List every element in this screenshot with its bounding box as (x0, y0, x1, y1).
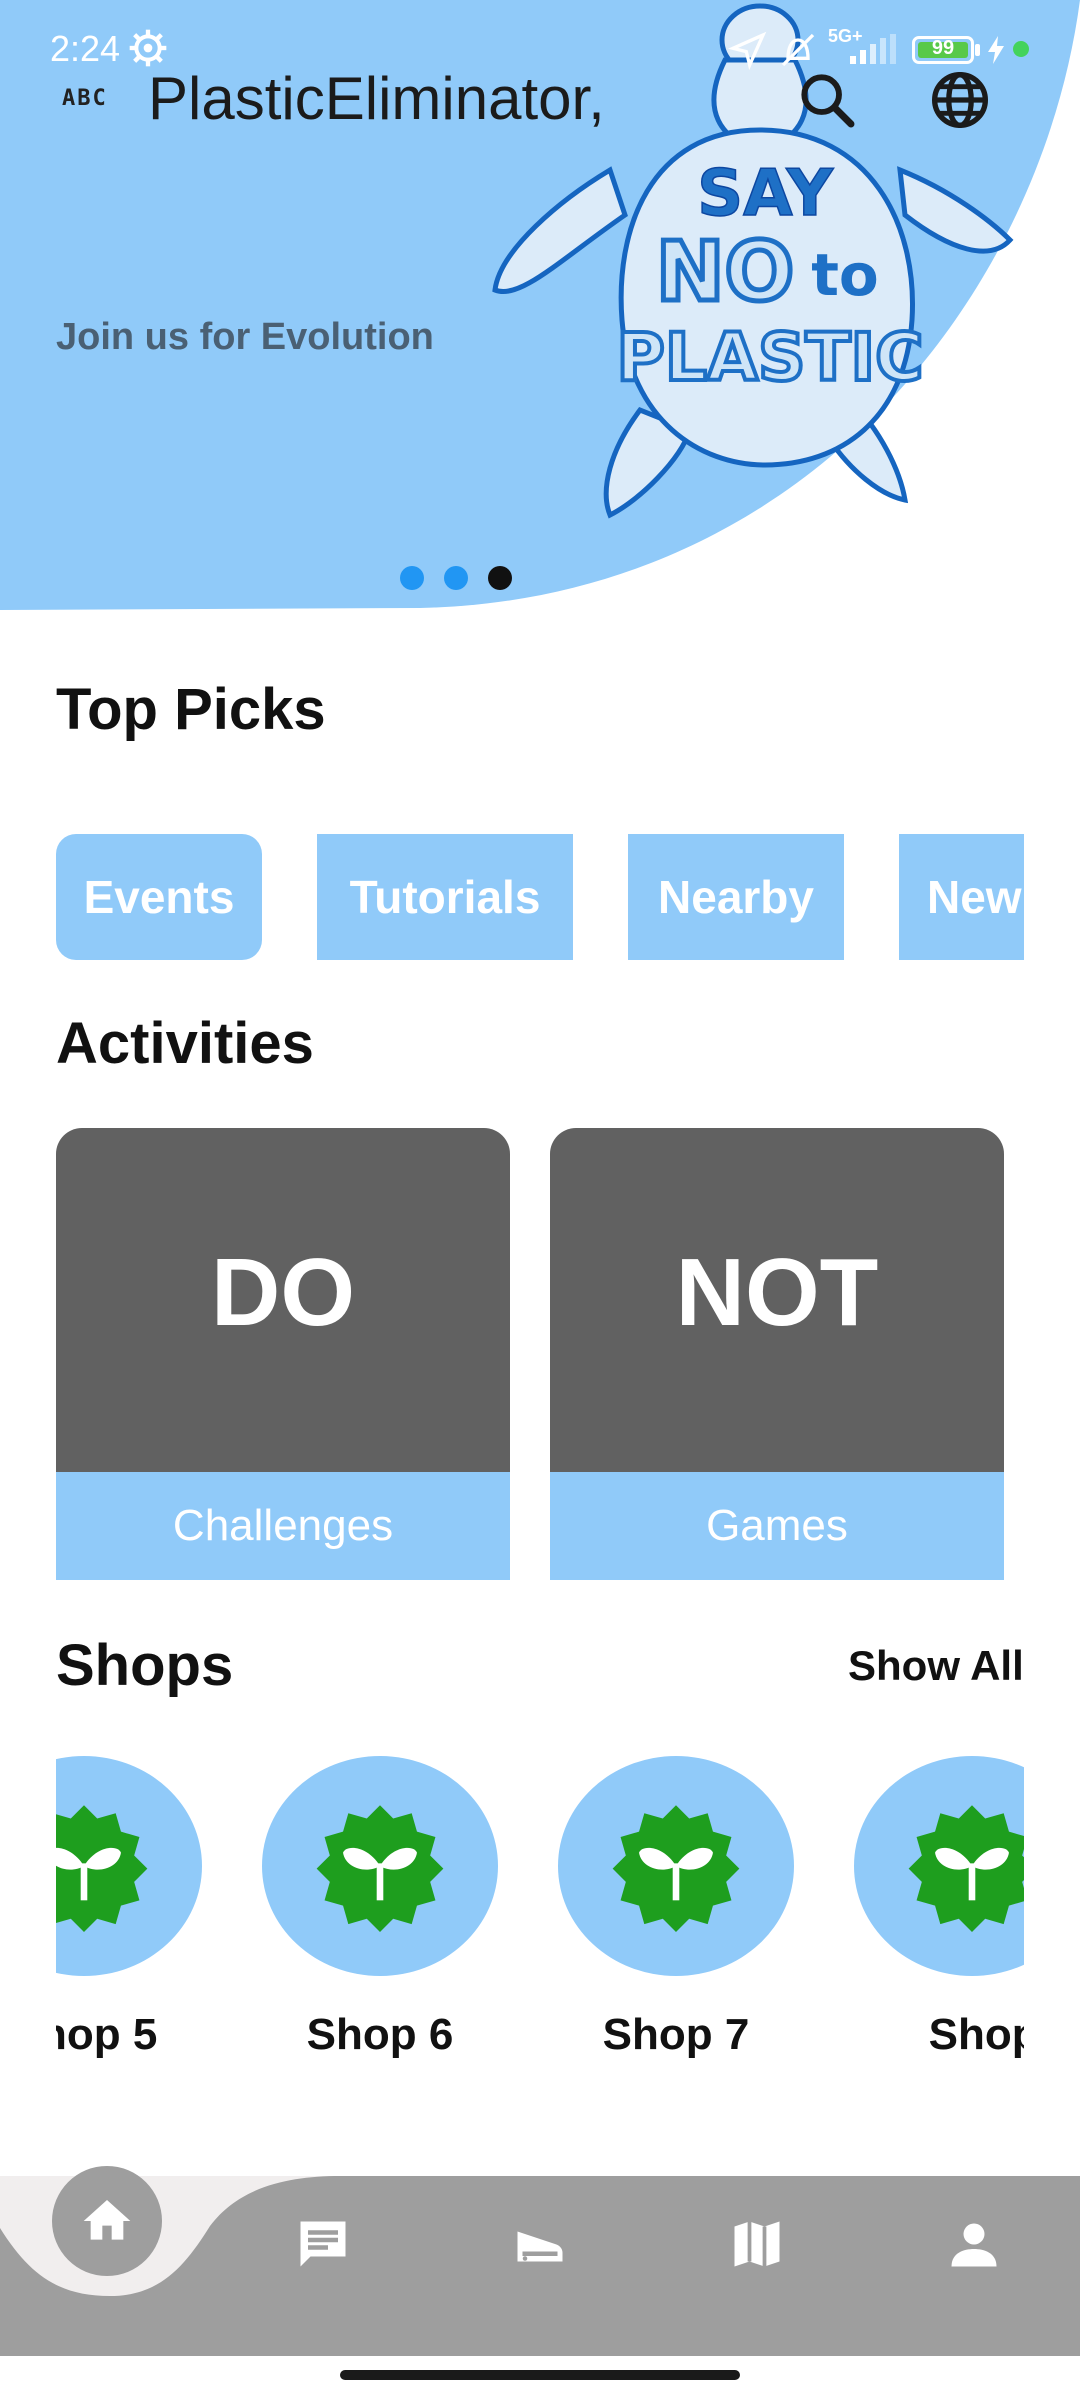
app-title: PlasticEliminator, (148, 65, 605, 132)
shop-name: Shop 5 (56, 2010, 158, 2059)
privacy-indicator-dot (1013, 41, 1029, 57)
nav-home-button[interactable] (52, 2166, 162, 2276)
settings-gear-icon (129, 29, 167, 67)
eco-leaf-badge-icon (908, 1805, 1024, 1932)
carousel-indicator (400, 566, 512, 590)
sign-line-1: SAY (697, 157, 834, 231)
sign-line-2b: to (811, 241, 879, 309)
shops-title: Shops (56, 1633, 234, 1698)
shop-item[interactable]: Shop 5 (56, 1756, 202, 2086)
shop-name: Shop 7 (602, 2010, 750, 2059)
home-icon (83, 2200, 131, 2240)
activity-card-big-text: DO (211, 1239, 355, 1346)
status-time: 2:24 (50, 28, 121, 69)
alarm-off-icon (781, 33, 815, 67)
carousel-dot-active[interactable] (488, 566, 512, 590)
shop-item[interactable]: Shop 6 (262, 1756, 498, 2086)
carousel-dot[interactable] (400, 566, 424, 590)
shop-item[interactable]: Shop 8 (854, 1756, 1024, 2086)
charging-bolt-icon (988, 36, 1004, 64)
eco-leaf-badge-icon (316, 1805, 444, 1932)
top-picks-title: Top Picks (56, 677, 326, 742)
chip-nearby[interactable]: Nearby (628, 834, 844, 960)
chip-new[interactable]: New (899, 834, 1024, 960)
chat-icon[interactable] (293, 2214, 353, 2274)
top-picks-chip-row[interactable]: Events Tutorials Nearby New (56, 834, 1024, 960)
abc-logo-icon: ABC (62, 86, 108, 111)
activity-card-big-text: NOT (675, 1239, 879, 1346)
activity-card-label: Challenges (56, 1472, 510, 1580)
chip-tutorials[interactable]: Tutorials (317, 834, 573, 960)
activity-card-games[interactable]: NOT Games (550, 1128, 1004, 1580)
shop-name: Shop 8 (928, 2010, 1024, 2059)
activity-card-challenges[interactable]: DO Challenges (56, 1128, 510, 1580)
language-globe-icon[interactable] (928, 68, 992, 132)
scanner-icon[interactable] (510, 2214, 570, 2274)
profile-icon[interactable] (944, 2214, 1004, 2274)
chip-events[interactable]: Events (56, 834, 262, 960)
gesture-home-indicator[interactable] (340, 2370, 740, 2380)
activity-card-label: Games (550, 1472, 1004, 1580)
battery-icon: 99 (912, 36, 974, 64)
banner-tagline: Join us for Evolution (56, 316, 434, 358)
eco-leaf-badge-icon (612, 1805, 740, 1932)
battery-level: 99 (931, 37, 955, 59)
activities-title: Activities (56, 1011, 314, 1076)
carousel-dot[interactable] (444, 566, 468, 590)
shop-item[interactable]: Shop 7 (558, 1756, 794, 2086)
eco-leaf-badge-icon (56, 1805, 148, 1932)
hero-banner[interactable]: SAY NO to PLASTIC 2:24 5G+ 99 ABC Plasti… (0, 0, 1080, 610)
map-icon[interactable] (727, 2214, 787, 2274)
show-all-link[interactable]: Show All (848, 1642, 1024, 1690)
shop-name: Shop 6 (306, 2010, 454, 2059)
location-icon (728, 31, 767, 70)
shops-carousel[interactable]: Shop 5 Shop 6 Shop 7 Shop 8 (56, 1756, 1024, 2086)
sign-line-3: PLASTIC (616, 319, 923, 396)
sign-line-2: NO (656, 225, 794, 320)
signal-icon (850, 34, 896, 64)
search-icon[interactable] (795, 68, 859, 132)
